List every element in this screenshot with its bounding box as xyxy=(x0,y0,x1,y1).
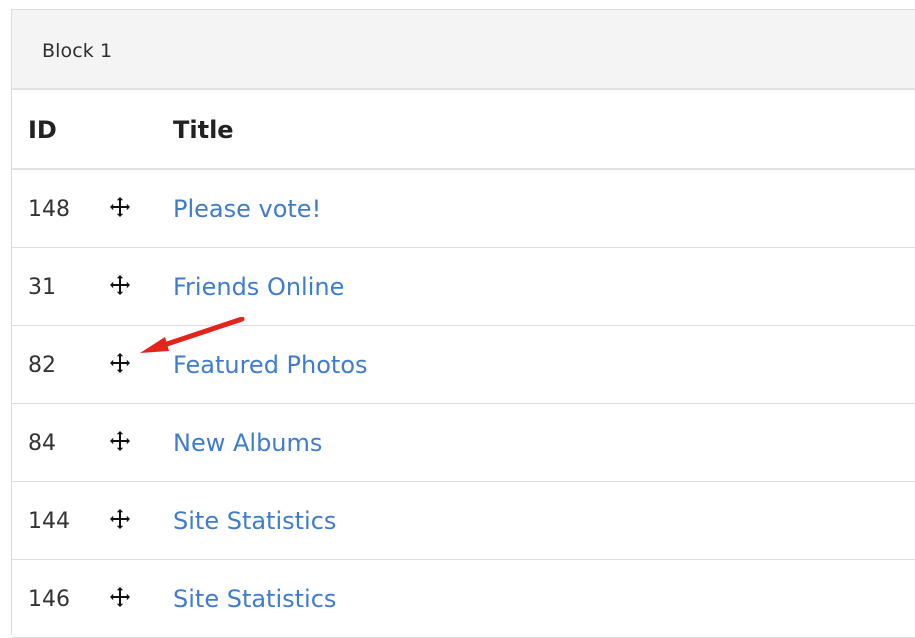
table-row: 144 Site Statistics xyxy=(12,482,915,560)
move-icon[interactable] xyxy=(108,429,132,453)
column-header-id: ID xyxy=(28,116,57,144)
row-id: 82 xyxy=(28,353,56,378)
block-panel: Block 1 ID Title 148 Please vote! 31 Fri… xyxy=(11,9,915,638)
block-title: Block 1 xyxy=(42,40,113,62)
row-title-link[interactable]: Friends Online xyxy=(173,273,344,301)
move-icon[interactable] xyxy=(108,585,132,609)
row-title-link[interactable]: Site Statistics xyxy=(173,585,336,613)
row-title-link[interactable]: Featured Photos xyxy=(173,351,368,379)
row-id: 84 xyxy=(28,431,56,456)
row-id: 146 xyxy=(28,587,70,612)
row-title-link[interactable]: Site Statistics xyxy=(173,507,336,535)
table-row: 84 New Albums xyxy=(12,404,915,482)
row-title-link[interactable]: Please vote! xyxy=(173,195,321,223)
table-row: 146 Site Statistics xyxy=(12,560,915,638)
row-id: 31 xyxy=(28,275,56,300)
move-icon[interactable] xyxy=(108,351,132,375)
table-row: 31 Friends Online xyxy=(12,248,915,326)
move-icon[interactable] xyxy=(108,195,132,219)
row-id: 144 xyxy=(28,509,70,534)
table-header-row: ID Title xyxy=(12,90,915,170)
table-row: 148 Please vote! xyxy=(12,170,915,248)
panel-header: Block 1 xyxy=(12,10,915,90)
move-icon[interactable] xyxy=(108,507,132,531)
move-icon[interactable] xyxy=(108,273,132,297)
table-row: 82 Featured Photos xyxy=(12,326,915,404)
row-title-link[interactable]: New Albums xyxy=(173,429,322,457)
row-id: 148 xyxy=(28,197,70,222)
column-header-title: Title xyxy=(173,116,234,144)
